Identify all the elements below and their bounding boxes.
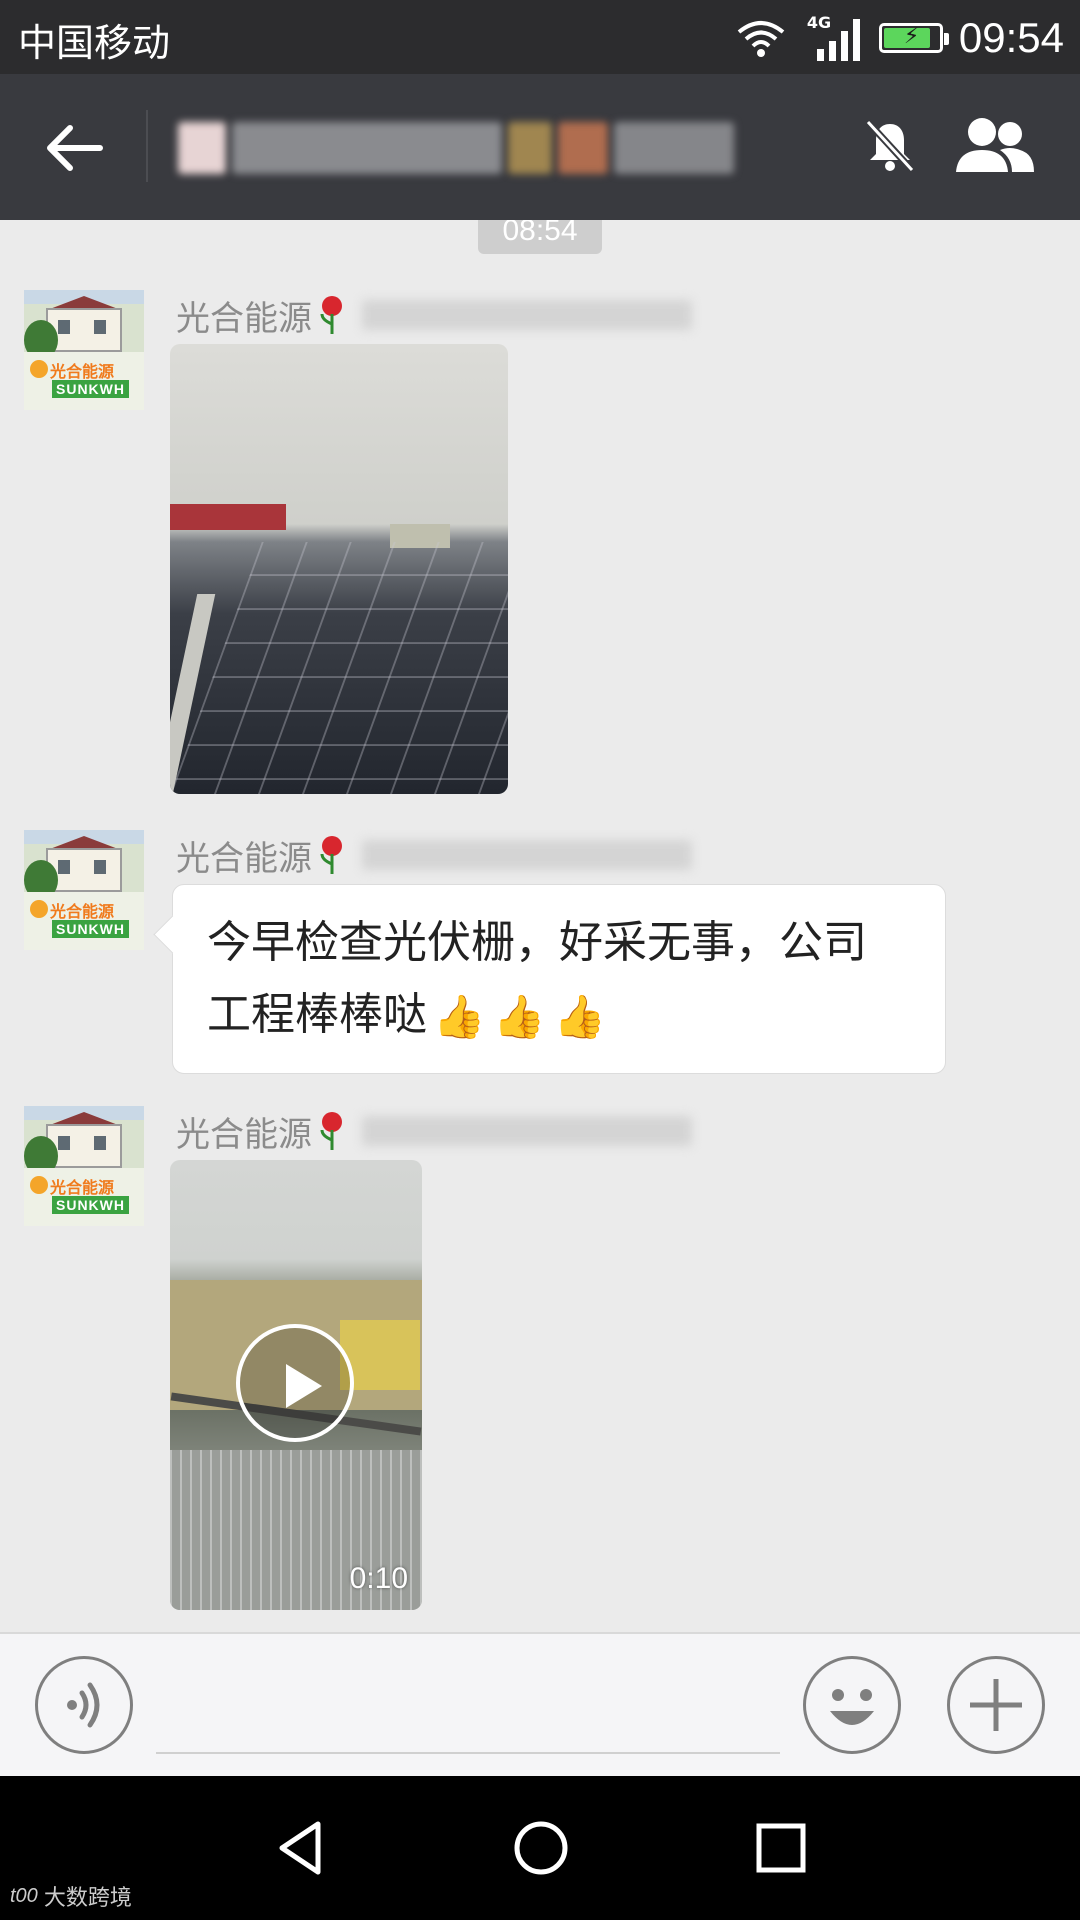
sender-name: 光合能源	[176, 298, 312, 339]
nav-home-button[interactable]	[505, 1812, 577, 1884]
title-blur-segment	[558, 122, 608, 174]
sender-avatar[interactable]: 光合能源 SUNKWH	[24, 1106, 144, 1226]
plus-icon	[970, 1679, 1022, 1731]
message-input[interactable]	[156, 1664, 780, 1754]
title-blur-segment	[508, 122, 552, 174]
sun-logo-icon	[30, 900, 48, 918]
sender-name: 光合能源	[176, 1114, 312, 1155]
play-icon[interactable]	[236, 1324, 354, 1442]
sender-row: 光合能源	[176, 1106, 692, 1156]
avatar-logo-text: 光合能源	[50, 362, 115, 381]
sender-row: 光合能源	[176, 830, 692, 880]
message-text-line: 工程棒棒哒	[207, 989, 427, 1040]
video-message[interactable]: 0:10	[170, 1160, 422, 1610]
rose-icon	[320, 836, 342, 874]
status-bar: 中国移动 4G ⚡ 09:54	[0, 0, 1080, 74]
sender-id-obscured	[362, 300, 692, 330]
emoji-button[interactable]	[803, 1656, 901, 1754]
carrier-label: 中国移动	[18, 21, 171, 65]
system-nav-bar: t00 大数跨境	[0, 1776, 1080, 1920]
group-icon	[956, 118, 1034, 172]
message-text-line: 今早检查光伏栅，好采无事，公司	[207, 917, 867, 968]
message-text-line-2: 工程棒棒哒 👍 👍 👍	[207, 979, 915, 1051]
voice-icon	[67, 1682, 100, 1728]
thumbs-up-icon: 👍	[553, 992, 606, 1041]
back-button[interactable]	[30, 108, 120, 188]
status-icons: 4G ⚡ 09:54	[735, 10, 1064, 66]
network-type-label: 4G	[806, 13, 832, 32]
battery-icon: ⚡	[878, 23, 949, 53]
arrow-left-icon	[47, 125, 103, 171]
sender-avatar[interactable]: 光合能源 SUNKWH	[24, 290, 144, 410]
sender-row: 光合能源	[176, 290, 692, 340]
emoji-icon	[830, 1689, 874, 1725]
title-blur-segment	[232, 122, 502, 174]
group-members-button[interactable]	[950, 110, 1040, 180]
mute-button[interactable]	[858, 114, 922, 178]
chat-title-obscured[interactable]	[178, 116, 818, 180]
thumbs-up-icon: 👍	[433, 992, 486, 1041]
watermark-text: 大数跨境	[43, 1886, 132, 1911]
sun-logo-icon	[30, 1176, 48, 1194]
avatar-logo-text: 光合能源	[50, 1178, 115, 1197]
rose-icon	[320, 1112, 342, 1150]
avatar-logo-sub: SUNKWH	[52, 1196, 129, 1214]
sender-avatar[interactable]: 光合能源 SUNKWH	[24, 830, 144, 950]
more-options-button[interactable]	[947, 1656, 1045, 1754]
rose-icon	[320, 296, 342, 334]
chat-header	[0, 74, 1080, 220]
nav-home-icon	[514, 1821, 568, 1875]
nav-recent-button[interactable]	[745, 1812, 817, 1884]
status-time: 09:54	[958, 14, 1064, 61]
avatar-logo-sub: SUNKWH	[52, 380, 129, 398]
photo-message[interactable]	[170, 344, 508, 794]
chat-message-list[interactable]: 08:54 光合能源 SUNKWH 光合能源 光合能源 SUNKWH 光合能源	[0, 220, 1080, 1632]
title-blur-segment	[178, 122, 226, 174]
watermark-logo: t00	[10, 1884, 38, 1907]
thumbs-up-emoji-group: 👍 👍 👍	[433, 996, 606, 1038]
message-timestamp: 08:54	[478, 220, 602, 254]
charging-bolt-icon: ⚡	[903, 24, 920, 49]
watermark: t00 大数跨境	[10, 1880, 132, 1912]
sender-id-obscured	[362, 1116, 692, 1146]
video-duration: 0:10	[349, 1562, 408, 1595]
chat-input-bar	[0, 1632, 1080, 1776]
text-message-bubble[interactable]: 今早检查光伏栅，好采无事，公司 工程棒棒哒 👍 👍 👍	[172, 884, 946, 1074]
sender-id-obscured	[362, 840, 692, 870]
nav-recent-icon	[756, 1823, 806, 1873]
signal-strength-icon: 4G	[803, 13, 863, 63]
sun-logo-icon	[30, 360, 48, 378]
nav-back-icon	[279, 1821, 321, 1875]
avatar-logo-text: 光合能源	[50, 902, 115, 921]
bell-off-icon	[865, 119, 915, 173]
title-blur-segment	[614, 122, 734, 174]
avatar-logo-sub: SUNKWH	[52, 920, 129, 938]
thumbs-up-icon: 👍	[493, 992, 546, 1041]
message-text: 今早检查光伏栅，好采无事，公司 工程棒棒哒 👍 👍 👍	[207, 907, 915, 1051]
wifi-icon	[737, 21, 785, 57]
sender-name: 光合能源	[176, 838, 312, 879]
solar-panel-photo	[170, 542, 508, 794]
header-divider	[146, 110, 148, 182]
nav-back-button[interactable]	[266, 1812, 338, 1884]
voice-button[interactable]	[35, 1656, 133, 1754]
